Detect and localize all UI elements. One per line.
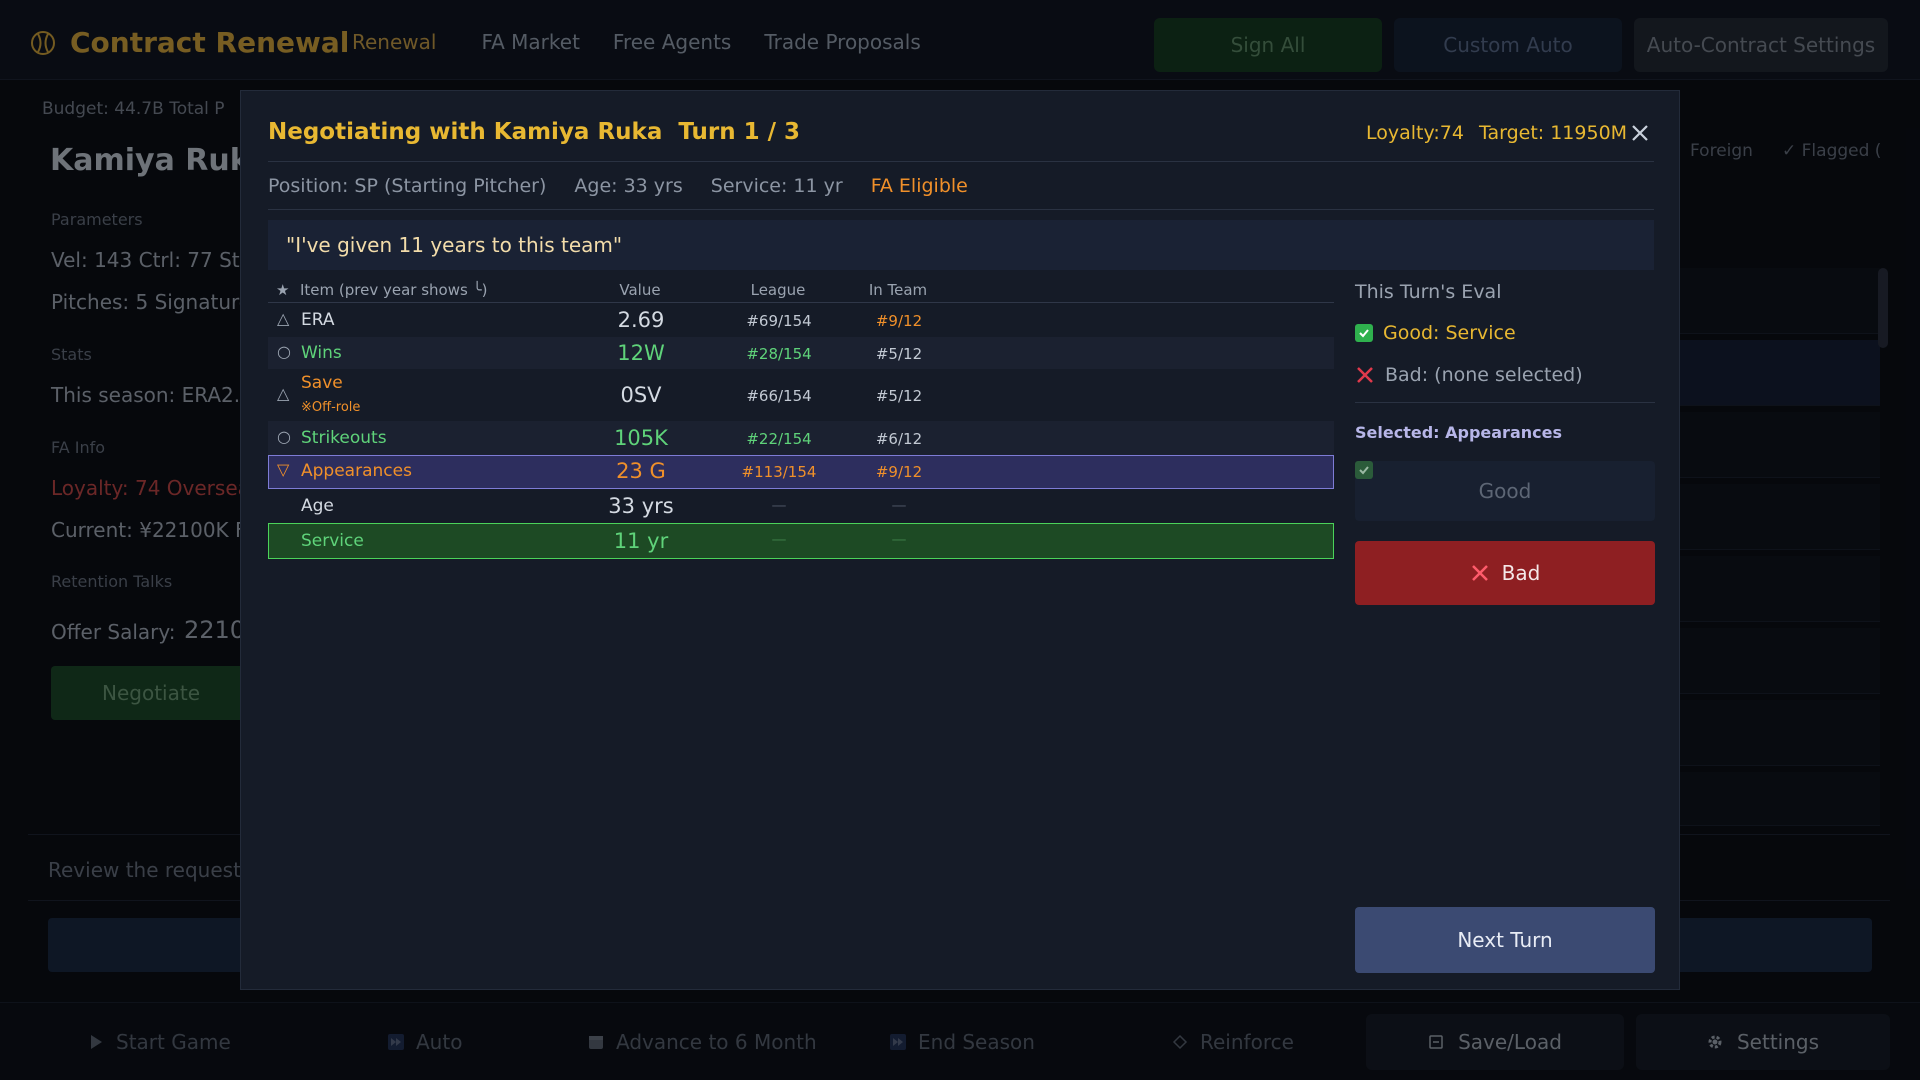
table-row[interactable]: △ Save ※Off-role 0SV #66/154 #5/12: [268, 369, 1334, 421]
row-team-rank: —: [891, 530, 907, 548]
row-team-rank: #9/12: [875, 312, 923, 330]
row-team-rank: #6/12: [875, 430, 923, 448]
table-header: ★ Item (prev year shows ╰) Value League …: [268, 279, 1334, 303]
table-row[interactable]: ○ Strikeouts 105K #22/154 #6/12: [268, 421, 1334, 455]
row-note: ※Off-role: [301, 400, 361, 415]
row-value: 33 yrs: [608, 494, 674, 518]
row-value: 105K: [614, 426, 668, 450]
eval-bad-text: Bad: (none selected): [1385, 364, 1583, 386]
row-team-rank: #5/12: [875, 387, 923, 405]
row-league-rank: #113/154: [741, 463, 817, 481]
target-value: Target: 11950M: [1479, 122, 1628, 144]
checkbox-checked-icon: [1355, 324, 1373, 342]
divider: [268, 161, 1654, 162]
row-item: Save: [301, 373, 343, 393]
loyalty-value: Loyalty:74: [1366, 122, 1464, 144]
rating-mark: ○: [277, 427, 291, 446]
good-button-label: Good: [1478, 479, 1532, 503]
header-value: Value: [619, 281, 661, 299]
rating-mark: △: [277, 309, 290, 328]
row-value: 12W: [617, 341, 665, 365]
close-icon[interactable]: [1628, 121, 1652, 145]
player-info-line: Position: SP (Starting Pitcher) Age: 33 …: [268, 175, 996, 197]
header-item: Item (prev year shows ╰): [300, 281, 488, 299]
table-row[interactable]: ○ Wins 12W #28/154 #5/12: [268, 337, 1334, 369]
good-button[interactable]: Good: [1355, 461, 1655, 521]
row-item: Age: [301, 496, 334, 516]
row-league-rank: #22/154: [746, 430, 812, 448]
eval-bad-line: Bad: (none selected): [1355, 364, 1583, 386]
cross-icon: [1357, 367, 1373, 383]
table-row[interactable]: △ ERA 2.69 #69/154 #9/12: [268, 303, 1334, 337]
row-item: Wins: [301, 343, 342, 363]
modal-title: Negotiating with Kamiya Ruka Turn 1 / 3: [268, 119, 801, 145]
table-row-selected[interactable]: ▽ Appearances 23 G #113/154 #9/12: [268, 455, 1334, 489]
eval-title: This Turn's Eval: [1355, 281, 1502, 303]
rating-mark: ○: [277, 342, 291, 361]
row-league-rank: —: [771, 530, 787, 548]
header-star: ★: [276, 281, 290, 299]
row-team-rank: —: [891, 496, 907, 514]
row-league-rank: #28/154: [746, 345, 812, 363]
header-team: In Team: [868, 281, 928, 299]
stats-table: ★ Item (prev year shows ╰) Value League …: [268, 279, 1334, 559]
row-value: 23 G: [616, 459, 666, 483]
player-quote: "I've given 11 years to this team": [268, 220, 1654, 270]
row-value: 2.69: [617, 308, 665, 332]
cross-icon: [1471, 565, 1488, 581]
row-league-rank: #69/154: [746, 312, 812, 330]
row-value: 11 yr: [613, 529, 669, 553]
eval-good-line: Good: Service: [1355, 322, 1516, 344]
row-value: 0SV: [620, 383, 662, 407]
checkbox-checked-icon: [1355, 461, 1373, 479]
rating-mark: ▽: [277, 460, 290, 479]
bad-button-label: Bad: [1501, 561, 1541, 585]
age-text: Age: 33 yrs: [574, 175, 683, 197]
position-text: Position: SP (Starting Pitcher): [268, 175, 547, 197]
header-league: League: [750, 281, 806, 299]
selected-item-label: Selected: Appearances: [1355, 423, 1562, 442]
table-row-good[interactable]: Service 11 yr — —: [268, 523, 1334, 559]
rating-mark: △: [277, 384, 290, 403]
fa-status-badge: FA Eligible: [870, 175, 968, 197]
row-league-rank: #66/154: [746, 387, 812, 405]
row-team-rank: #5/12: [875, 345, 923, 363]
negotiation-modal: Negotiating with Kamiya Ruka Turn 1 / 3 …: [240, 90, 1680, 990]
eval-good-text: Good: Service: [1383, 322, 1516, 344]
next-turn-button[interactable]: Next Turn: [1355, 907, 1655, 973]
row-item: Service: [301, 531, 364, 551]
bad-button[interactable]: Bad: [1355, 541, 1655, 605]
row-item: Appearances: [301, 461, 412, 481]
row-league-rank: —: [771, 496, 787, 514]
table-row[interactable]: Age 33 yrs — —: [268, 489, 1334, 523]
service-text: Service: 11 yr: [710, 175, 843, 197]
divider: [1355, 402, 1655, 403]
row-item: ERA: [301, 310, 335, 330]
row-team-rank: #9/12: [875, 463, 923, 481]
divider: [268, 209, 1654, 210]
row-item: Strikeouts: [301, 428, 387, 448]
